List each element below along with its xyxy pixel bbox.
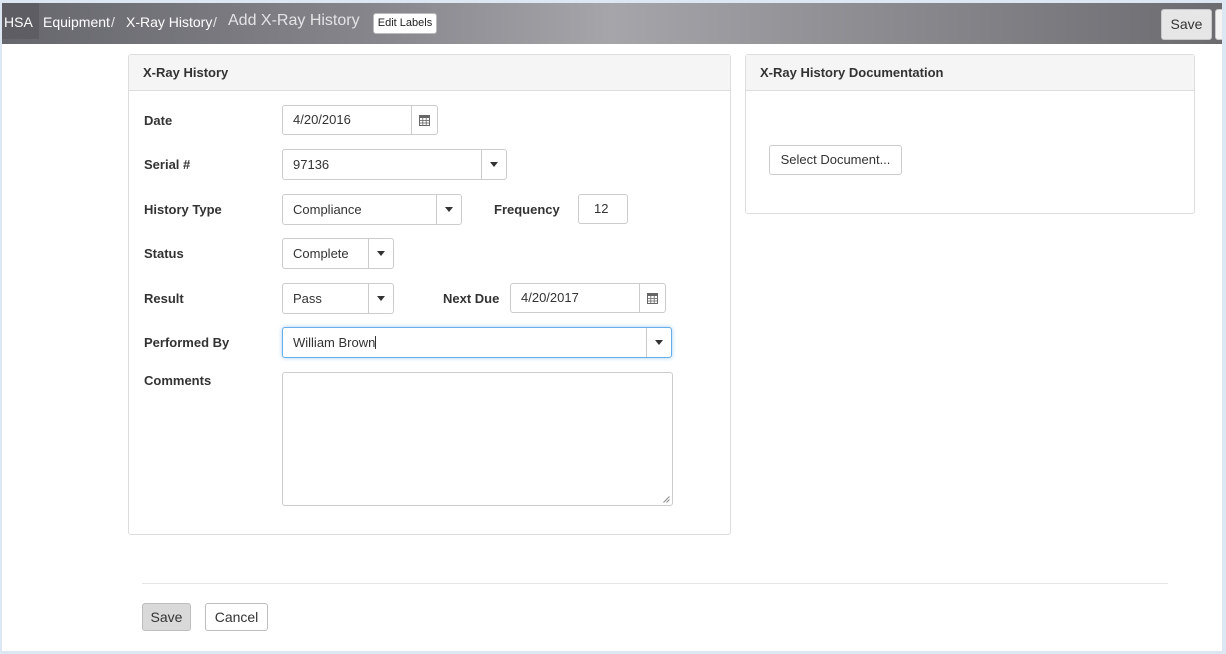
comments-textarea[interactable] xyxy=(282,372,673,506)
date-calendar-button[interactable] xyxy=(411,106,437,134)
calendar-icon xyxy=(419,115,430,126)
panel-title: X-Ray History xyxy=(129,55,730,91)
next-due-input[interactable]: 4/20/2017 xyxy=(510,283,666,313)
top-extra-button[interactable] xyxy=(1215,9,1222,40)
next-due-value: 4/20/2017 xyxy=(521,290,579,305)
breadcrumb-home[interactable]: HSA xyxy=(2,3,39,39)
text-cursor xyxy=(375,336,377,349)
breadcrumb-xray-history[interactable]: X-Ray History xyxy=(126,14,212,30)
performed-by-value: William Brown xyxy=(293,335,377,350)
select-document-button[interactable]: Select Document... xyxy=(769,145,902,175)
breadcrumb-current: Add X-Ray History xyxy=(228,12,360,29)
documentation-panel: X-Ray History Documentation Select Docum… xyxy=(745,54,1195,214)
next-due-label: Next Due xyxy=(443,291,500,306)
app-frame: HSA Equipment / X-Ray History / Add X-Ra… xyxy=(2,3,1222,651)
frequency-value: 12 xyxy=(594,201,609,216)
performed-by-select[interactable]: William Brown xyxy=(282,327,672,358)
result-label: Result xyxy=(144,291,184,306)
resize-grip-icon[interactable] xyxy=(663,496,670,503)
chevron-down-icon xyxy=(445,207,453,212)
status-dropdown-toggle[interactable] xyxy=(368,239,393,268)
result-dropdown-toggle[interactable] xyxy=(368,284,393,313)
status-label: Status xyxy=(144,246,184,261)
chevron-down-icon xyxy=(490,162,498,167)
breadcrumb-separator: / xyxy=(111,14,115,30)
performed-by-label: Performed By xyxy=(144,335,230,350)
cancel-button[interactable]: Cancel xyxy=(205,603,268,631)
frequency-label: Frequency xyxy=(494,202,560,217)
xray-history-panel: X-Ray History Date 4/20/2016 Serial # 97… xyxy=(128,54,731,535)
top-save-button[interactable]: Save xyxy=(1161,9,1212,40)
status-value: Complete xyxy=(293,246,349,261)
history-type-dropdown-toggle[interactable] xyxy=(436,195,461,224)
breadcrumb-equipment[interactable]: Equipment xyxy=(43,14,110,30)
next-due-calendar-button[interactable] xyxy=(639,284,665,312)
result-select[interactable]: Pass xyxy=(282,283,394,314)
serial-value: 97136 xyxy=(293,157,330,172)
date-input[interactable]: 4/20/2016 xyxy=(282,105,438,135)
chevron-down-icon xyxy=(655,340,663,345)
comments-label: Comments xyxy=(144,373,212,388)
status-select[interactable]: Complete xyxy=(282,238,394,269)
history-type-select[interactable]: Compliance xyxy=(282,194,462,225)
result-value: Pass xyxy=(293,291,322,306)
calendar-icon xyxy=(647,293,658,304)
panel-title: X-Ray History Documentation xyxy=(746,55,1194,91)
serial-label: Serial # xyxy=(144,157,191,172)
chevron-down-icon xyxy=(377,296,385,301)
history-type-value: Compliance xyxy=(293,202,362,217)
serial-select[interactable]: 97136 xyxy=(282,149,507,180)
date-label: Date xyxy=(144,113,173,128)
breadcrumb-separator: / xyxy=(213,14,217,30)
date-value: 4/20/2016 xyxy=(293,112,351,127)
history-type-label: History Type xyxy=(144,202,222,217)
edit-labels-button[interactable]: Edit Labels xyxy=(373,13,437,34)
performed-by-dropdown-toggle[interactable] xyxy=(646,328,671,357)
frequency-input[interactable]: 12 xyxy=(578,194,628,224)
top-bar: HSA Equipment / X-Ray History / Add X-Ra… xyxy=(2,3,1222,44)
chevron-down-icon xyxy=(377,251,385,256)
serial-dropdown-toggle[interactable] xyxy=(481,150,506,179)
divider xyxy=(142,583,1168,584)
save-button[interactable]: Save xyxy=(142,603,191,631)
